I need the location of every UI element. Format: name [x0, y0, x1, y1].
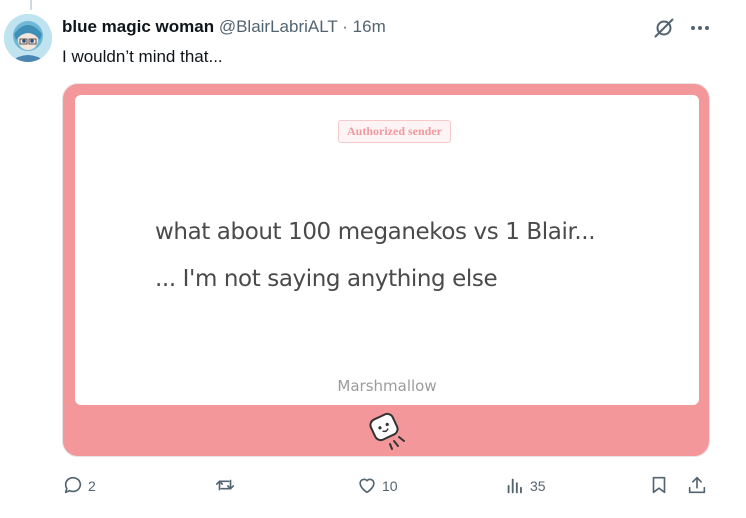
retweet-button[interactable] — [214, 474, 240, 498]
views-icon — [504, 474, 526, 499]
views-button[interactable]: 35 — [504, 474, 546, 498]
media-image[interactable]: Authorized sender what about 100 meganek… — [62, 83, 710, 457]
reply-count: 2 — [88, 478, 96, 494]
post-header: blue magic woman @BlairLabriALT · 16m — [62, 17, 386, 37]
share-icon — [686, 474, 708, 499]
message-card: Authorized sender what about 100 meganek… — [75, 95, 699, 405]
retweet-icon — [214, 474, 236, 499]
tweet-text: I wouldn’t mind that... — [62, 47, 223, 66]
author-name[interactable]: blue magic woman — [62, 17, 214, 36]
like-icon — [356, 474, 378, 499]
like-button[interactable]: 10 — [356, 474, 398, 498]
thread-line — [30, 0, 32, 10]
action-bar: 2 10 35 — [62, 474, 722, 498]
authorized-sender-badge: Authorized sender — [338, 120, 451, 143]
reply-icon — [62, 474, 84, 499]
message-line-1: what about 100 meganekos vs 1 Blair... — [155, 219, 596, 245]
header-separator: · — [342, 17, 348, 36]
share-button[interactable] — [686, 474, 708, 498]
marshmallow-icon — [364, 407, 410, 453]
tweet[interactable]: blue magic woman @BlairLabriALT · 16m I … — [0, 0, 746, 518]
like-count: 10 — [382, 478, 398, 494]
avatar[interactable] — [4, 14, 52, 62]
author-handle[interactable]: @BlairLabriALT — [219, 17, 338, 36]
reply-button[interactable]: 2 — [62, 474, 96, 498]
bookmark-button[interactable] — [648, 474, 670, 498]
grok-icon[interactable] — [652, 16, 676, 40]
more-icon[interactable] — [688, 16, 712, 40]
brand-label: Marshmallow — [337, 377, 437, 395]
bookmark-icon — [648, 474, 670, 499]
views-count: 35 — [530, 478, 546, 494]
post-time[interactable]: 16m — [353, 17, 386, 36]
message-line-2: ... I'm not saying anything else — [155, 266, 498, 292]
